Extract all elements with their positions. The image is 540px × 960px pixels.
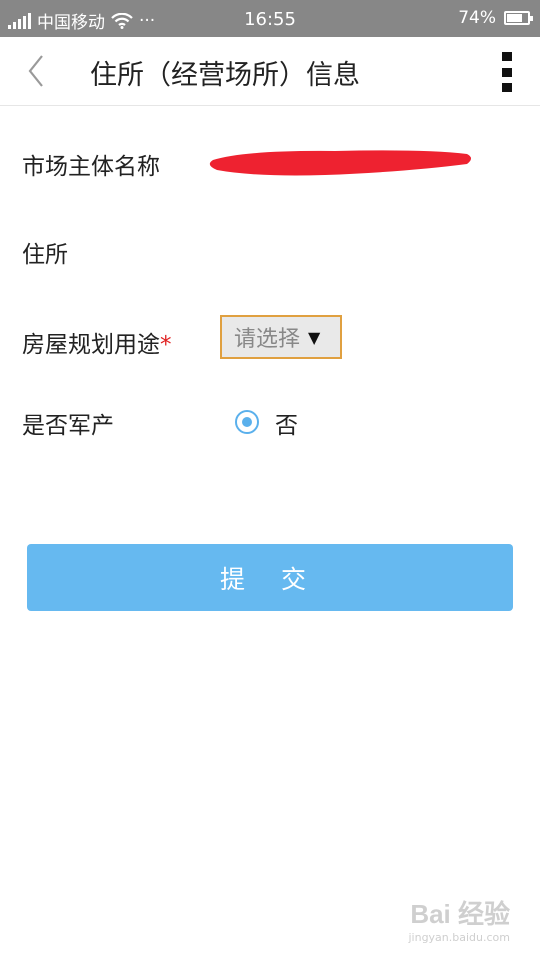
military-no-radio[interactable] <box>235 410 259 434</box>
page-title: 住所（经营场所）信息 <box>90 60 360 91</box>
battery-icon <box>504 11 533 25</box>
usage-label-text: 房屋规划用途 <box>22 332 160 358</box>
back-button[interactable] <box>22 53 52 89</box>
required-mark: * <box>160 332 172 358</box>
dropdown-arrow-icon: ▼ <box>308 327 321 347</box>
usage-select-value: 请选择 <box>234 327 301 352</box>
usage-label: 房屋规划用途* <box>22 325 172 359</box>
more-menu-button[interactable] <box>502 52 514 92</box>
menu-dot <box>502 52 512 61</box>
chevron-left-icon <box>28 55 43 87</box>
entity-name-redacted <box>209 150 472 176</box>
app-header: 住所（经营场所）信息 <box>0 37 540 106</box>
menu-dot <box>502 83 512 92</box>
submit-button[interactable]: 提 交 <box>27 544 513 611</box>
usage-select[interactable]: 请选择 ▼ <box>220 315 342 359</box>
status-right: 74% <box>458 8 533 28</box>
watermark-logo-text: Bai 经验 <box>410 899 510 929</box>
watermark-url: jingyan.baidu.com <box>408 931 510 944</box>
battery-percent: 74% <box>458 8 496 28</box>
baidu-watermark: Bai 经验 jingyan.baidu.com <box>408 894 510 944</box>
military-label: 是否军产 <box>22 413 114 439</box>
military-no-label[interactable]: 否 <box>275 406 298 440</box>
menu-dot <box>502 67 512 77</box>
status-bar: 中国移动 ··· 16:55 74% <box>0 0 540 37</box>
battery-fill <box>507 14 522 22</box>
address-label: 住所 <box>22 242 68 268</box>
entity-name-label: 市场主体名称 <box>22 154 160 180</box>
